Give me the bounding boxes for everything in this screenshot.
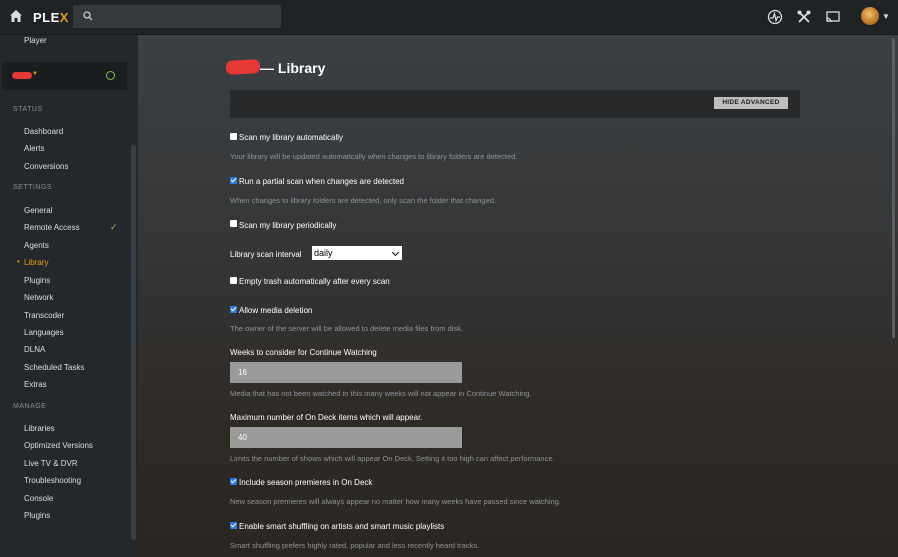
ondeck-max-help: Limits the number of shows which will ap… [230,454,555,463]
settings-tools-icon[interactable] [796,9,812,25]
empty-trash-label: Empty trash automatically after every sc… [239,277,390,286]
sidebar-item-manage-plugins[interactable]: Plugins [24,511,50,520]
scan-auto-help: Your library will be updated automatical… [230,152,518,161]
server-name-redacted [12,72,32,79]
ondeck-max-input[interactable]: 40 [230,427,462,448]
sidebar-item-alerts[interactable]: Alerts [24,144,44,153]
scan-periodic-label: Scan my library periodically [239,221,337,230]
section-manage: MANAGE [13,403,47,410]
scan-auto-checkbox[interactable] [230,133,237,140]
partial-scan-checkbox[interactable] [230,177,237,184]
sidebar-item-extras[interactable]: Extras [24,380,47,389]
search-icon [83,11,93,21]
sidebar-item-optimized-versions[interactable]: Optimized Versions [24,441,93,450]
logo-text: PLE [33,10,60,25]
sidebar-item-transcoder[interactable]: Transcoder [24,311,64,320]
home-icon[interactable] [9,9,23,23]
scan-interval-label: Library scan interval [230,250,302,259]
checkmark-icon: ✓ [110,222,118,232]
allow-deletion-help: The owner of the server will be allowed … [230,324,464,333]
sidebar-item-scheduled-tasks[interactable]: Scheduled Tasks [24,363,84,372]
scan-periodic-checkbox[interactable] [230,220,237,227]
main-scrollbar[interactable] [892,38,895,338]
season-premieres-label: Include season premieres in On Deck [239,478,373,487]
top-bar: PLEX ▼ [0,0,898,35]
sidebar-item-network[interactable]: Network [24,293,53,302]
allow-deletion-checkbox[interactable] [230,306,237,313]
sidebar-item-troubleshooting[interactable]: Troubleshooting [24,476,81,485]
sidebar-item-libraries[interactable]: Libraries [24,424,55,433]
chevron-down-icon[interactable]: ▼ [882,12,890,21]
scan-interval-value: daily [314,248,333,258]
server-status-icon [106,71,115,80]
sidebar-item-console[interactable]: Console [24,494,53,503]
smart-shuffle-label: Enable smart shuffling on artists and sm… [239,522,445,531]
active-dot-icon: • [17,257,20,266]
section-settings: SETTINGS [13,184,53,191]
sidebar-item-dashboard[interactable]: Dashboard [24,127,63,136]
allow-deletion-label: Allow media deletion [239,306,313,315]
smart-shuffle-checkbox[interactable] [230,522,237,529]
scan-auto-label: Scan my library automatically [239,133,344,142]
page-title: — Library [260,60,326,76]
plex-logo[interactable]: PLEX [33,10,69,25]
sidebar-item-player[interactable]: Player [24,36,47,45]
chevron-down-icon [391,248,400,257]
sidebar-item-languages[interactable]: Languages [24,328,64,337]
activity-icon[interactable] [767,9,783,25]
sidebar-item-agents[interactable]: Agents [24,241,49,250]
season-premieres-help: New season premieres will always appear … [230,497,561,506]
user-avatar[interactable] [861,7,879,25]
continue-weeks-input[interactable]: 16 [230,362,462,383]
sidebar-item-remote-access[interactable]: Remote Access [24,223,80,232]
smart-shuffle-help: Smart shuffling prefers highly rated, po… [230,541,480,550]
search-input[interactable] [73,5,281,28]
continue-weeks-help: Media that has not been watched in this … [230,389,532,398]
sidebar-item-general[interactable]: General [24,206,52,215]
hide-advanced-button[interactable]: HIDE ADVANCED [714,97,788,109]
section-status: STATUS [13,106,43,113]
chevron-down-icon: ▼ [32,71,38,77]
empty-trash-checkbox[interactable] [230,277,237,284]
continue-weeks-label: Weeks to consider for Continue Watching [230,348,377,357]
server-selector[interactable]: ▼ [2,62,127,90]
sidebar-item-dlna[interactable]: DLNA [24,345,45,354]
sidebar-item-conversions[interactable]: Conversions [24,162,68,171]
logo-accent: X [59,10,69,25]
server-name-redacted [225,59,261,75]
partial-scan-label: Run a partial scan when changes are dete… [239,177,404,186]
sidebar-scrollbar[interactable] [131,145,136,540]
scan-interval-select[interactable]: daily [312,246,402,260]
partial-scan-help: When changes to library folders are dete… [230,196,496,205]
cast-icon[interactable] [825,9,841,25]
sidebar-item-live-tv-dvr[interactable]: Live TV & DVR [24,459,78,468]
sidebar-item-library[interactable]: Library [24,258,48,267]
ondeck-max-label: Maximum number of On Deck items which wi… [230,413,423,422]
sidebar-item-plugins[interactable]: Plugins [24,276,50,285]
season-premieres-checkbox[interactable] [230,478,237,485]
